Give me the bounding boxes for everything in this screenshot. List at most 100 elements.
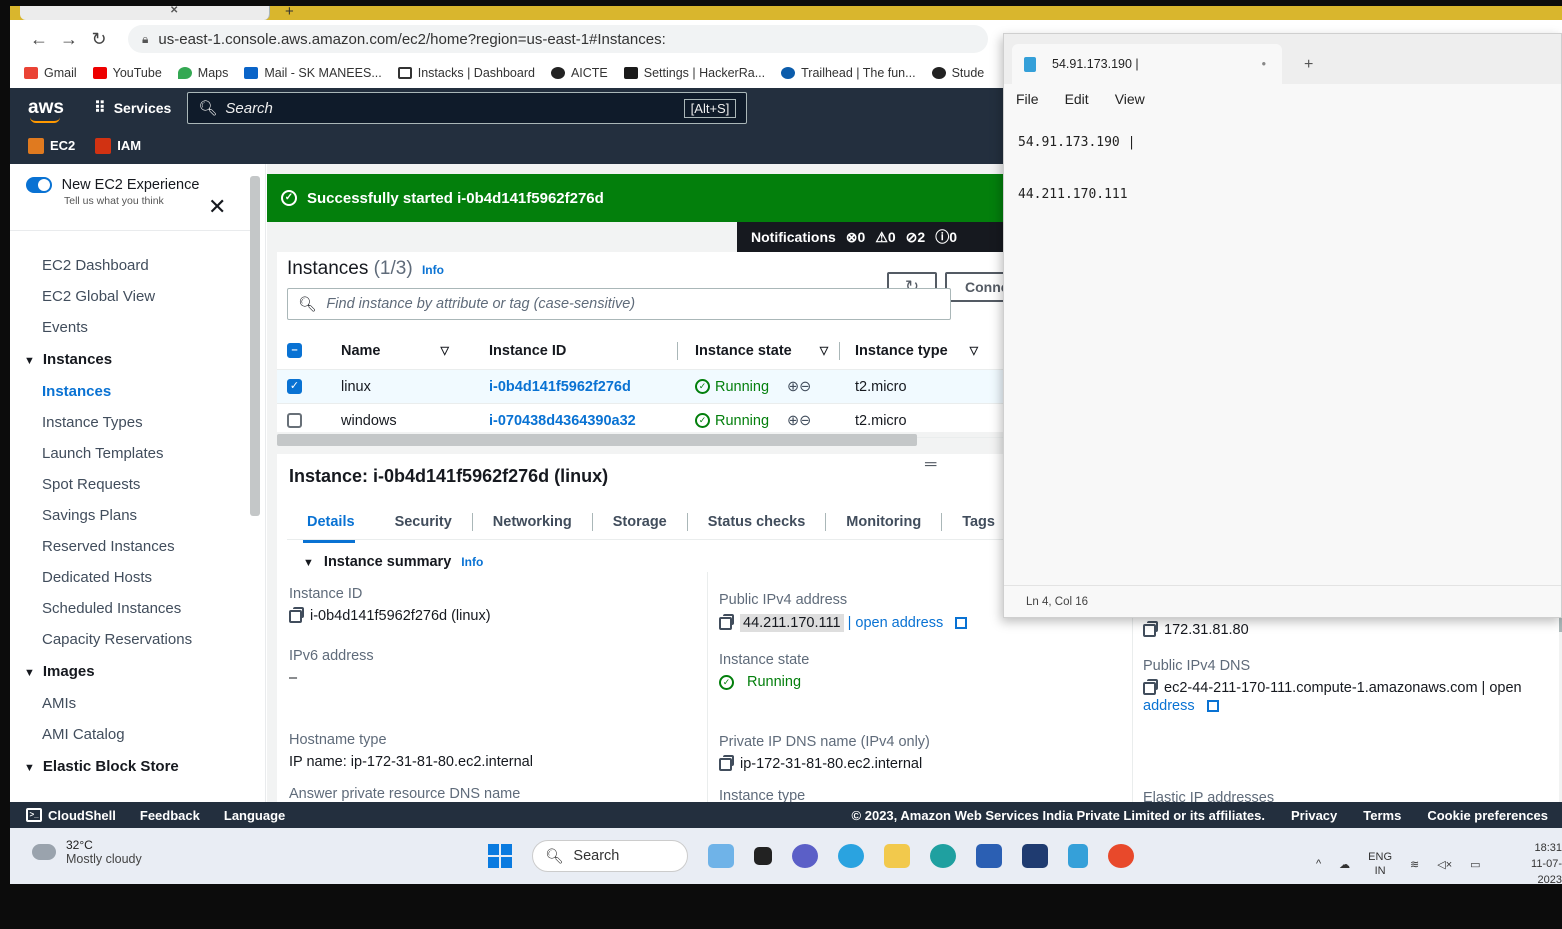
table-row[interactable]: ✓ linux i-0b4d141f5962f276d ✓ Running ⊕⊖ t… <box>277 370 1037 404</box>
reload-icon[interactable]: ↻ <box>84 29 114 50</box>
nav-ami-catalog[interactable]: AMI Catalog <box>42 719 192 750</box>
menu-view[interactable]: View <box>1115 91 1145 107</box>
feedback-link[interactable]: Tell us what you think <box>64 195 256 207</box>
language-link[interactable]: Language <box>224 808 285 823</box>
battery-icon[interactable]: ▭ <box>1470 858 1480 871</box>
notepad-tab[interactable]: 54.91.173.190 | • <box>1012 44 1282 84</box>
copy-icon[interactable] <box>1143 678 1158 695</box>
address-bar[interactable]: 🔒︎ us-east-1.console.aws.amazon.com/ec2/… <box>128 25 988 53</box>
onedrive-icon[interactable]: ☁ <box>1339 858 1350 871</box>
sort-icon[interactable]: ▽ <box>970 344 978 357</box>
sort-icon[interactable]: ▽ <box>820 344 828 357</box>
column-header-instance-id[interactable]: Instance ID <box>489 332 566 369</box>
sort-icon[interactable]: ▽ <box>441 344 449 357</box>
row-checkbox[interactable]: ✓ <box>287 379 302 394</box>
nav-instances[interactable]: Instances <box>42 376 192 407</box>
nav-launch-templates[interactable]: Launch Templates <box>42 438 192 469</box>
nav-section-ebs[interactable]: ▼ Elastic Block Store <box>24 750 192 783</box>
instance-id-link[interactable]: i-0b4d141f5962f276d <box>489 370 631 403</box>
bookmark-youtube[interactable]: YouTube <box>92 66 162 80</box>
bookmark-gmail[interactable]: Gmail <box>24 66 77 80</box>
tab-status-checks[interactable]: Status checks <box>688 512 827 531</box>
teams-chat-icon[interactable] <box>792 844 818 868</box>
widgets-icon[interactable] <box>708 844 734 868</box>
info-link[interactable]: Info <box>422 263 444 277</box>
sidebar-scrollbar[interactable] <box>250 176 260 516</box>
nav-capacity-reservations[interactable]: Capacity Reservations <box>42 624 192 655</box>
volume-muted-icon[interactable]: ◁× <box>1437 858 1452 871</box>
menu-file[interactable]: File <box>1016 91 1039 107</box>
nav-events[interactable]: Events <box>42 312 192 343</box>
copy-icon[interactable] <box>289 606 304 623</box>
instance-search-input[interactable]: 🔍︎ Find instance by attribute or tag (ca… <box>287 288 951 320</box>
instance-id-link[interactable]: i-070438d4364390a32 <box>489 404 636 437</box>
forward-arrow-icon[interactable]: → <box>54 29 84 50</box>
feedback-link[interactable]: Feedback <box>140 808 200 823</box>
nav-section-instances[interactable]: ▼ Instances <box>24 343 192 376</box>
favorite-ec2[interactable]: EC2 <box>28 138 75 155</box>
unsaved-dot-icon[interactable]: • <box>1262 57 1266 71</box>
clock[interactable]: 18:31 11-07-2023 <box>1509 840 1562 884</box>
terms-link[interactable]: Terms <box>1363 808 1401 823</box>
table-row[interactable]: windows i-070438d4364390a32 ✓ Running ⊕⊖ t… <box>277 404 1037 438</box>
edge-icon[interactable] <box>930 844 956 868</box>
nav-savings-plans[interactable]: Savings Plans <box>42 500 192 531</box>
info-link[interactable]: Info <box>461 555 483 569</box>
zoom-icons[interactable]: ⊕⊖ <box>787 413 811 429</box>
external-link-icon[interactable] <box>1206 700 1219 712</box>
external-link-icon[interactable] <box>955 617 968 629</box>
table-horizontal-scrollbar[interactable] <box>277 434 917 446</box>
column-header-instance-state[interactable]: Instance state ▽ <box>695 332 828 369</box>
notepad-icon[interactable] <box>1068 844 1088 868</box>
menu-edit[interactable]: Edit <box>1065 91 1089 107</box>
bookmark-mail[interactable]: Mail - SK MANEES... <box>244 66 382 80</box>
privacy-link[interactable]: Privacy <box>1291 808 1337 823</box>
bookmark-student[interactable]: Stude <box>931 66 984 80</box>
services-menu-button[interactable]: ⠿ Services <box>94 98 171 118</box>
nav-section-images[interactable]: ▼ Images <box>24 655 192 688</box>
bookmark-trailhead[interactable]: Trailhead | The fun... <box>781 66 916 80</box>
telegram-icon[interactable] <box>838 844 864 868</box>
tab-storage[interactable]: Storage <box>593 512 688 531</box>
task-view-icon[interactable] <box>754 847 772 865</box>
close-icon[interactable]: ✕ <box>208 194 226 220</box>
file-explorer-icon[interactable] <box>884 844 910 868</box>
nav-amis[interactable]: AMIs <box>42 688 192 719</box>
copy-icon[interactable] <box>719 613 734 630</box>
open-address-link[interactable]: | open address <box>848 615 944 631</box>
bookmark-aicte[interactable]: AICTE <box>550 66 608 80</box>
aws-search-input[interactable]: 🔍︎ Search [Alt+S] <box>187 92 748 124</box>
column-header-instance-type[interactable]: Instance type ▽ <box>855 332 978 369</box>
tab-security[interactable]: Security <box>375 512 473 531</box>
close-tab-icon[interactable]: ✕ <box>170 6 178 16</box>
app-icon[interactable] <box>1022 844 1048 868</box>
zoom-icons[interactable]: ⊕⊖ <box>787 379 811 395</box>
chrome-icon[interactable] <box>1108 844 1134 868</box>
bookmark-instacks[interactable]: Instacks | Dashboard <box>397 66 535 80</box>
nav-dedicated-hosts[interactable]: Dedicated Hosts <box>42 562 192 593</box>
tab-networking[interactable]: Networking <box>473 512 593 531</box>
nav-instance-types[interactable]: Instance Types <box>42 407 192 438</box>
column-header-name[interactable]: Name ▽ <box>341 332 449 369</box>
row-checkbox[interactable] <box>287 413 302 428</box>
back-arrow-icon[interactable]: ← <box>24 29 54 50</box>
weather-widget[interactable]: 32°C Mostly cloudy <box>32 838 142 866</box>
nav-scheduled-instances[interactable]: Scheduled Instances <box>42 593 192 624</box>
cookie-preferences-link[interactable]: Cookie preferences <box>1427 808 1548 823</box>
notifications-bar[interactable]: Notifications ⊗0 ⚠0 ⊘2 ⓘ0 <box>737 222 1027 252</box>
copy-icon[interactable] <box>1143 620 1158 637</box>
nav-reserved-instances[interactable]: Reserved Instances <box>42 531 192 562</box>
new-tab-button[interactable]: + <box>285 6 294 20</box>
bookmark-hackerrank[interactable]: Settings | HackerRa... <box>623 66 765 80</box>
open-address-link[interactable]: address <box>1143 698 1195 714</box>
drag-handle-icon[interactable]: ═ <box>925 456 936 474</box>
bookmark-maps[interactable]: Maps <box>177 66 228 80</box>
chevron-up-icon[interactable]: ^ <box>1316 858 1321 870</box>
tab-details[interactable]: Details <box>287 513 375 543</box>
favorite-iam[interactable]: IAM <box>95 138 141 155</box>
instance-summary-header[interactable]: ▼ Instance summary Info <box>303 554 483 570</box>
nav-ec2-global-view[interactable]: EC2 Global View <box>42 281 192 312</box>
toggle-switch[interactable] <box>26 176 52 193</box>
notepad-text-area[interactable]: 54.91.173.190 | 44.211.170.111 <box>1018 130 1135 208</box>
nav-spot-requests[interactable]: Spot Requests <box>42 469 192 500</box>
